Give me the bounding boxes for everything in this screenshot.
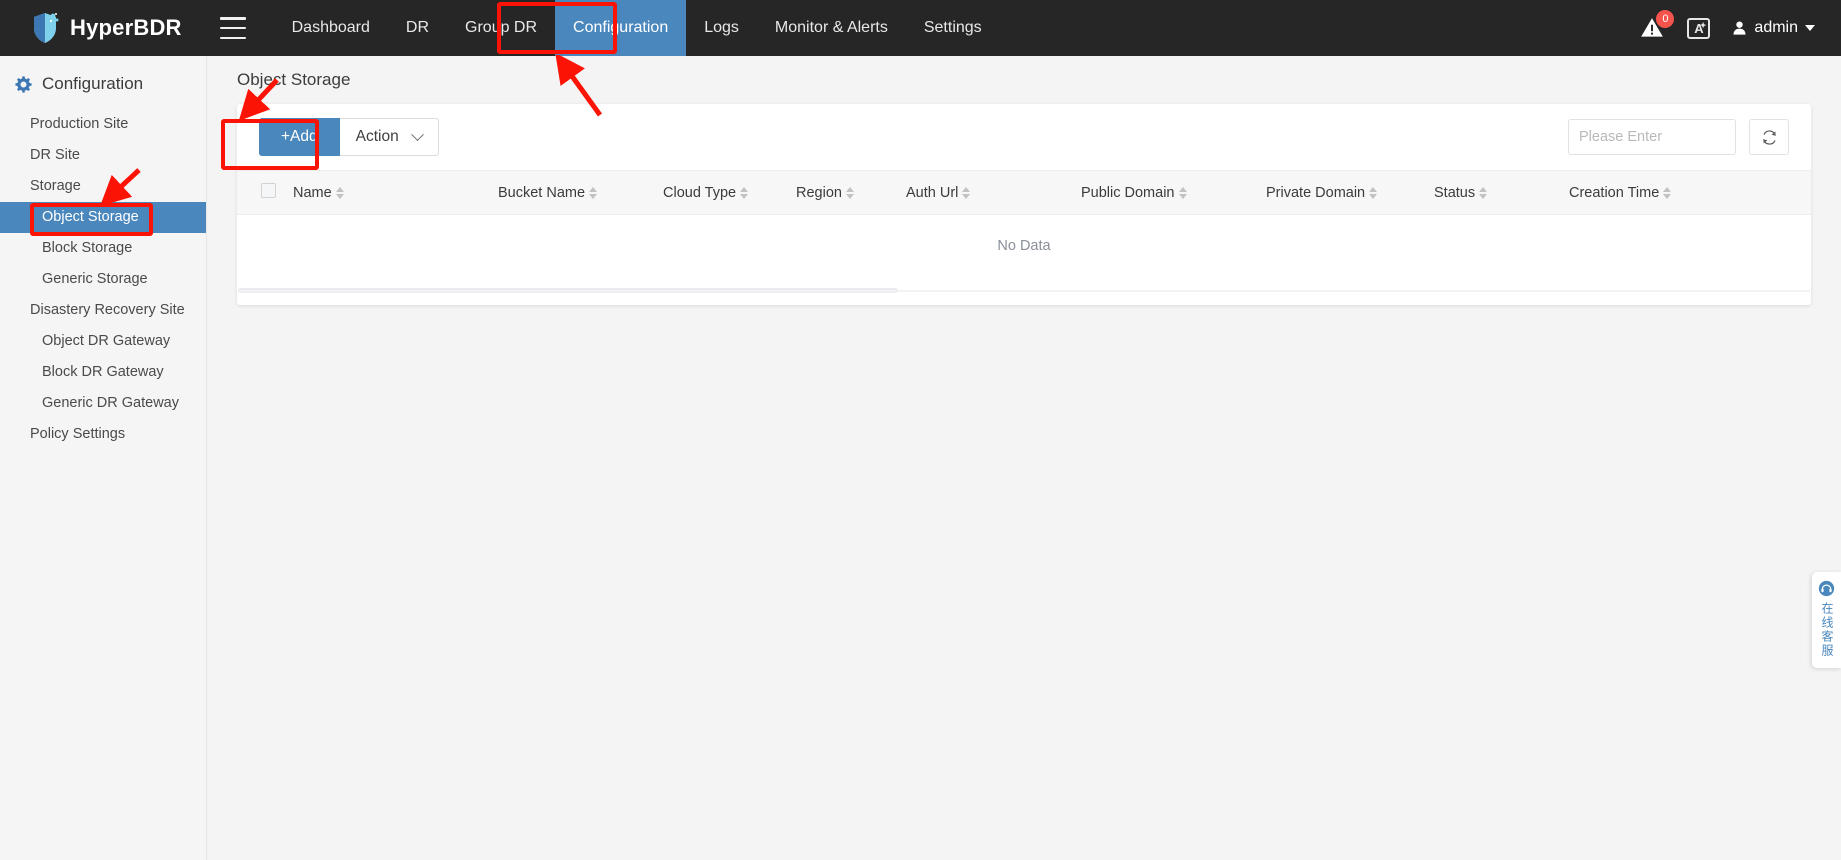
nav-tab-group-dr[interactable]: Group DR [447, 0, 555, 56]
sidebar-item-block-dr-gateway[interactable]: Block DR Gateway [0, 357, 206, 388]
add-button[interactable]: +Add [259, 118, 340, 156]
chevron-down-icon [410, 127, 424, 141]
nav-tabs: Dashboard DR Group DR Configuration Logs… [274, 0, 1000, 56]
chevron-down-icon [1805, 25, 1815, 31]
sort-icon[interactable] [740, 186, 749, 199]
sidebar-item-dr-site[interactable]: DR Site [0, 140, 206, 171]
sidebar-item-block-storage[interactable]: Block Storage [0, 233, 206, 264]
table-toolbar: +Add Action [237, 104, 1811, 170]
nav-tab-dr[interactable]: DR [388, 0, 447, 56]
table-header-name[interactable]: Name [293, 170, 498, 215]
table-header-auth-url[interactable]: Auth Url [906, 170, 1081, 215]
table-header-cloud-type[interactable]: Cloud Type [663, 170, 796, 215]
sidebar: Configuration Production Site DR Site St… [0, 56, 207, 860]
shield-logo-icon [34, 13, 59, 43]
refresh-icon [1762, 129, 1776, 145]
refresh-button[interactable] [1749, 119, 1789, 155]
top-navigation-bar: HyperBDR Dashboard DR Group DR Configura… [0, 0, 1841, 56]
sidebar-item-object-dr-gateway[interactable]: Object DR Gateway [0, 326, 206, 357]
alerts-button[interactable]: 0 [1639, 10, 1675, 41]
sort-icon[interactable] [1663, 186, 1672, 199]
sidebar-item-policy-settings[interactable]: Policy Settings [0, 419, 206, 450]
column-label-public-domain: Public Domain [1081, 184, 1175, 201]
toolbar-right [1568, 119, 1811, 155]
user-menu[interactable]: admin [1732, 19, 1815, 37]
table-header-region[interactable]: Region [796, 170, 906, 215]
nav-tab-configuration[interactable]: Configuration [555, 0, 687, 56]
table-header-bucket-name[interactable]: Bucket Name [498, 170, 663, 215]
headset-support-icon [1818, 580, 1835, 597]
nav-tab-logs[interactable]: Logs [686, 0, 757, 56]
sidebar-item-generic-storage[interactable]: Generic Storage [0, 264, 206, 295]
user-name: admin [1754, 19, 1798, 36]
hamburger-menu-icon[interactable] [219, 17, 246, 39]
column-label-status: Status [1434, 184, 1476, 201]
no-data-message: No Data [997, 238, 1051, 254]
column-label-bucket-name: Bucket Name [498, 184, 586, 201]
table-header-status[interactable]: Status [1434, 170, 1569, 215]
table-header-public-domain[interactable]: Public Domain [1081, 170, 1266, 215]
language-translate-icon[interactable]: A ✦ [1687, 17, 1711, 39]
table-body: No Data [237, 215, 1811, 278]
sort-icon[interactable] [1479, 186, 1488, 199]
column-label-auth-url: Auth Url [906, 184, 959, 201]
object-storage-panel: +Add Action Please Enter Name Bucket Nam… [237, 104, 1811, 305]
nav-tab-settings[interactable]: Settings [906, 0, 1000, 56]
column-label-cloud-type: Cloud Type [663, 184, 737, 201]
nav-right-actions: 0 A ✦ admin [1639, 10, 1815, 41]
column-label-region: Region [796, 184, 842, 201]
column-label-name: Name [293, 184, 332, 201]
sort-icon[interactable] [1369, 186, 1378, 199]
online-service-label: 在线客服 [1820, 602, 1834, 658]
sidebar-item-generic-dr-gateway[interactable]: Generic DR Gateway [0, 388, 206, 419]
sort-icon[interactable] [335, 186, 344, 199]
main-content: Object Storage +Add Action Please Enter … [207, 56, 1841, 860]
table-header-creation-time[interactable]: Creation Time [1569, 170, 1811, 215]
brand[interactable]: HyperBDR [30, 12, 182, 44]
sort-icon[interactable] [962, 186, 971, 199]
sidebar-item-storage[interactable]: Storage [0, 171, 206, 202]
sidebar-header: Configuration [0, 68, 206, 100]
sidebar-item-production-site[interactable]: Production Site [0, 109, 206, 140]
table-header-private-domain[interactable]: Private Domain [1266, 170, 1434, 215]
sort-icon[interactable] [589, 186, 598, 199]
search-box[interactable] [1568, 119, 1766, 155]
brand-name: HyperBDR [70, 15, 182, 40]
sidebar-item-disaster-recovery-site[interactable]: Disastery Recovery Site [0, 295, 206, 326]
column-label-creation-time: Creation Time [1569, 184, 1660, 201]
alerts-badge-count: 0 [1656, 10, 1675, 28]
nav-tab-monitor-alerts[interactable]: Monitor & Alerts [757, 0, 906, 56]
action-dropdown-button[interactable]: Action [339, 118, 439, 156]
table-horizontal-scrollbar[interactable] [238, 288, 1810, 293]
column-label-private-domain: Private Domain [1266, 184, 1366, 201]
action-dropdown-label: Action [355, 128, 399, 145]
page-title: Object Storage [237, 70, 351, 89]
online-service-widget[interactable]: 在线客服 [1812, 572, 1841, 668]
user-avatar-icon [1733, 21, 1746, 35]
configuration-gear-icon [15, 75, 32, 93]
nav-tab-dashboard[interactable]: Dashboard [274, 0, 388, 56]
search-input[interactable] [1579, 129, 1766, 145]
object-storage-table: Name Bucket Name Cloud Type Region Auth … [237, 170, 1811, 277]
sidebar-item-object-storage[interactable]: Object Storage [0, 202, 206, 233]
table-header-select-all [237, 170, 293, 215]
sort-icon[interactable] [1178, 186, 1187, 199]
table-header-row: Name Bucket Name Cloud Type Region Auth … [237, 170, 1811, 215]
table-empty-row: No Data [237, 215, 1811, 278]
sort-icon[interactable] [845, 186, 854, 199]
sidebar-header-label: Configuration [42, 74, 144, 93]
select-all-checkbox[interactable] [261, 183, 276, 198]
